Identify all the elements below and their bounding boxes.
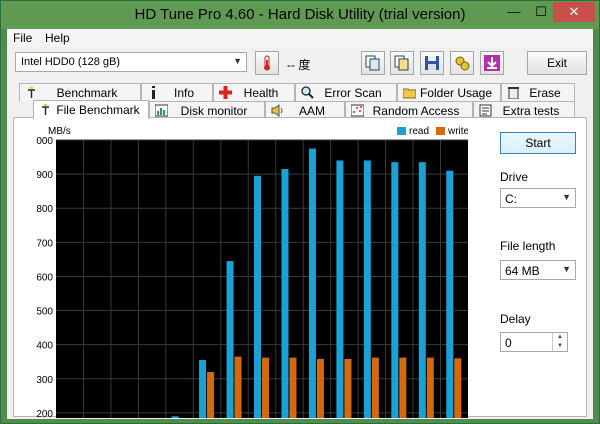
tab-error-scan[interactable]: Error Scan <box>295 83 397 101</box>
delay-value: 0 <box>505 336 512 350</box>
title-bar[interactable]: HD Tune Pro 4.60 - Hard Disk Utility (tr… <box>1 1 599 29</box>
file-length-value: 64 MB <box>505 264 540 278</box>
tab-health[interactable]: Health <box>213 83 295 101</box>
chart-legend: read write <box>397 126 468 137</box>
file-length-combo[interactable]: 64 MB ▼ <box>500 260 576 280</box>
bar-write <box>234 356 242 418</box>
tab-extra-tests-label: Extra tests <box>502 104 560 118</box>
delay-label: Delay <box>500 312 531 326</box>
drive-select[interactable]: Intel HDD0 (128 gB) ▼ <box>15 52 247 72</box>
legend-read-swatch <box>397 127 406 135</box>
legend-write-label: write <box>447 126 468 137</box>
bar-read <box>199 360 207 418</box>
chevron-down-icon: ▼ <box>233 56 242 66</box>
bar-write <box>454 358 462 418</box>
tab-aam-label: AAM <box>298 104 325 118</box>
save-icon[interactable] <box>420 51 444 75</box>
drive-select-value: Intel HDD0 (128 gB) <box>21 56 121 68</box>
drive-label: Drive <box>500 170 529 184</box>
start-button[interactable]: Start <box>500 132 576 154</box>
bar-read <box>391 162 399 418</box>
tab-info[interactable]: Info <box>141 83 213 101</box>
bar-read <box>171 416 179 418</box>
close-button[interactable]: ✕ <box>553 2 595 22</box>
options-icon[interactable] <box>450 51 474 75</box>
y-tick-label: 200 <box>36 409 53 418</box>
bar-write <box>289 357 297 418</box>
bar-write <box>207 371 215 418</box>
bar-read <box>446 170 454 418</box>
bar-read <box>308 148 316 418</box>
tab-random-access-label: Random Access <box>372 104 460 118</box>
copy-text-icon[interactable] <box>361 51 385 75</box>
y-tick-label: 800 <box>36 204 53 215</box>
chevron-down-icon: ▼ <box>562 264 571 274</box>
y-axis-ticks: 200 300 400 500 600 700 800 900 000 <box>36 136 53 418</box>
bar-read <box>336 160 344 418</box>
tab-health-label: Health <box>243 86 279 100</box>
bar-write <box>344 358 352 418</box>
drive-combo-value: C: <box>505 192 517 206</box>
tab-erase[interactable]: Erase <box>501 83 575 101</box>
legend-write-swatch <box>436 127 445 135</box>
download-icon[interactable] <box>480 51 504 75</box>
drive-combo[interactable]: C: ▼ <box>500 188 576 208</box>
tab-info-label: Info <box>173 86 194 100</box>
y-tick-label: 000 <box>36 136 53 147</box>
y-tick-label: 300 <box>36 375 53 386</box>
menu-file[interactable]: File <box>13 31 32 45</box>
benchmark-chart: MB/s read write 200300400500600700800900… <box>36 126 468 418</box>
bar-write <box>426 357 434 418</box>
menu-help[interactable]: Help <box>45 31 70 45</box>
tab-error-scan-label: Error Scan <box>324 86 382 100</box>
tab-disk-monitor-label: Disk monitor <box>180 104 248 118</box>
thermometer-icon[interactable] <box>255 51 279 75</box>
tab-file-benchmark[interactable]: File Benchmark <box>33 100 149 119</box>
file-length-label: File length <box>500 239 556 253</box>
copy-screenshot-icon[interactable] <box>390 51 414 75</box>
y-tick-label: 600 <box>36 272 53 283</box>
minimize-button[interactable]: — <box>501 2 527 22</box>
temperature-readout: -- 度 <box>287 58 311 72</box>
chevron-down-icon: ▼ <box>562 192 571 202</box>
menu-bar: File Help <box>7 29 593 47</box>
bar-read <box>418 162 426 418</box>
tab-folder-usage[interactable]: Folder Usage <box>397 83 501 101</box>
tab-benchmark-label: Benchmark <box>56 86 118 100</box>
bar-write <box>399 357 407 418</box>
y-tick-label: 700 <box>36 238 53 249</box>
maximize-button[interactable]: ☐ <box>528 2 554 22</box>
client-area: File Help Intel HDD0 (128 gB) ▼ -- 度 Exi… <box>7 29 593 419</box>
toolbar: Intel HDD0 (128 gB) ▼ -- 度 Exit <box>7 47 593 81</box>
tab-file-benchmark-label: File Benchmark <box>56 103 140 117</box>
tab-erase-label: Erase <box>529 86 561 100</box>
app-window: HD Tune Pro 4.60 - Hard Disk Utility (tr… <box>0 0 600 424</box>
tab-benchmark[interactable]: Benchmark <box>19 83 141 101</box>
file-benchmark-panel: MB/s read write 200 300 400 500 600 700 800 900… <box>13 117 587 418</box>
y-tick-label: 500 <box>36 307 53 318</box>
bar-read <box>254 175 261 418</box>
bar-write <box>262 357 269 418</box>
bar-read <box>281 168 289 418</box>
bar-write <box>371 357 379 418</box>
bar-write <box>316 358 324 418</box>
y-tick-label: 400 <box>36 341 53 352</box>
spinner-arrows-icon[interactable]: ▲ ▼ <box>552 333 567 351</box>
tab-folder-usage-label: Folder Usage <box>419 86 493 100</box>
exit-button[interactable]: Exit <box>527 51 587 75</box>
bar-read <box>226 261 234 418</box>
y-tick-label: 900 <box>36 170 53 181</box>
delay-spinner[interactable]: 0 ▲ ▼ <box>500 332 568 352</box>
legend-read-label: read <box>409 126 429 137</box>
bar-read <box>363 160 371 418</box>
